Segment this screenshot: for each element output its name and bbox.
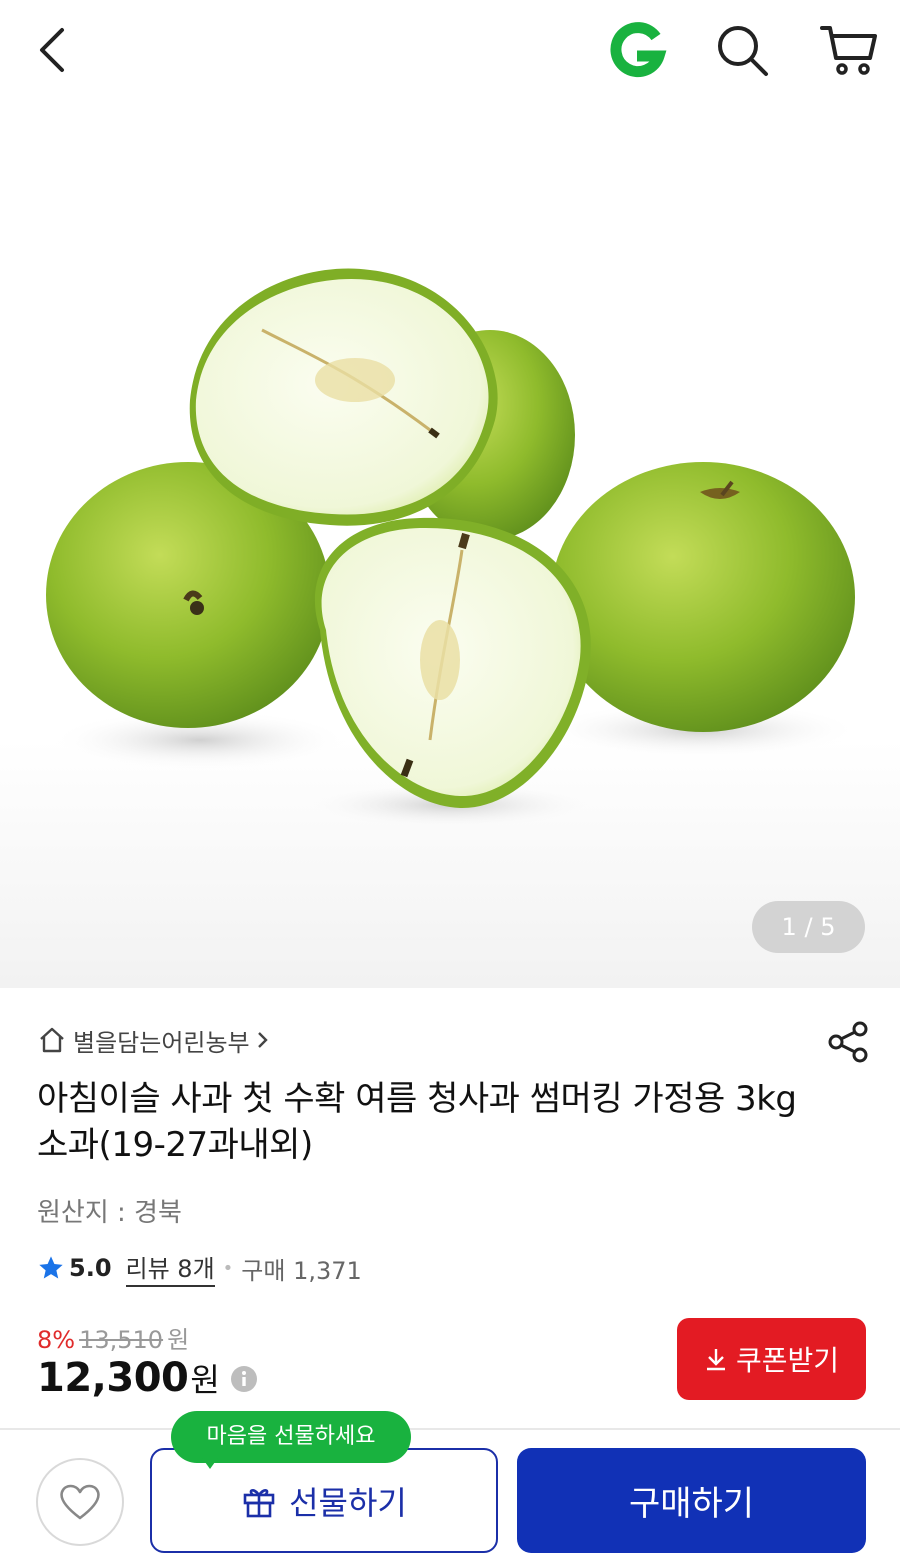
coupon-button[interactable]: 쿠폰받기 xyxy=(677,1318,866,1400)
review-link[interactable]: 리뷰 8개 xyxy=(125,1249,215,1287)
g-logo-icon[interactable] xyxy=(606,20,668,82)
rating-row: 5.0 리뷰 8개 • 구매 1,371 xyxy=(37,1249,362,1287)
sale-price-row: 12,300 원 xyxy=(37,1355,258,1401)
product-origin: 원산지 : 경북 xyxy=(37,1198,182,1228)
home-icon xyxy=(40,1027,64,1053)
image-current-index: 1 xyxy=(781,913,797,941)
sale-price: 12,300 xyxy=(37,1355,189,1401)
purchase-count: 구매 1,371 xyxy=(241,1256,362,1285)
download-icon xyxy=(706,1349,725,1371)
product-title: 아침이슬 사과 첫 수확 여름 청사과 썸머킹 가정용 3kg 소과(19-27… xyxy=(37,1079,797,1165)
product-image-gallery[interactable]: 1 / 5 xyxy=(0,100,900,988)
share-icon[interactable] xyxy=(826,1020,870,1064)
gift-tooltip-tail xyxy=(200,1455,220,1469)
buy-button[interactable]: 구매하기 xyxy=(517,1448,866,1553)
coupon-label: 쿠폰받기 xyxy=(735,1345,840,1376)
wishlist-button[interactable] xyxy=(36,1458,124,1546)
info-icon[interactable] xyxy=(230,1365,258,1393)
cart-icon[interactable] xyxy=(818,18,880,80)
image-page-counter: 1 / 5 xyxy=(752,901,865,953)
star-icon xyxy=(39,1256,63,1279)
price-original-row: 8% 13,510 원 xyxy=(37,1320,189,1355)
original-price: 13,510 xyxy=(79,1326,164,1354)
original-price-unit: 원 xyxy=(167,1326,190,1354)
seller-name: 별을담는어린농부 xyxy=(73,1028,250,1057)
bottom-bar-divider xyxy=(0,1428,900,1430)
buy-button-label: 구매하기 xyxy=(628,1485,755,1523)
search-icon[interactable] xyxy=(712,20,772,80)
chevron-left-icon[interactable] xyxy=(30,24,74,76)
rating-score: 5.0 xyxy=(69,1254,112,1282)
image-counter-separator: / xyxy=(804,913,813,941)
gift-button-label: 선물하기 xyxy=(289,1484,407,1521)
gift-icon xyxy=(243,1488,275,1517)
top-bar xyxy=(0,0,900,100)
seller-link[interactable]: 별을담는어린농부 xyxy=(37,1020,270,1060)
product-image xyxy=(46,268,860,829)
chevron-right-icon xyxy=(257,1032,268,1048)
image-total-count: 5 xyxy=(820,913,836,941)
sale-price-unit: 원 xyxy=(190,1361,220,1399)
discount-rate: 8% xyxy=(37,1326,76,1354)
separator-dot: • xyxy=(222,1257,234,1279)
heart-icon xyxy=(60,1484,100,1520)
